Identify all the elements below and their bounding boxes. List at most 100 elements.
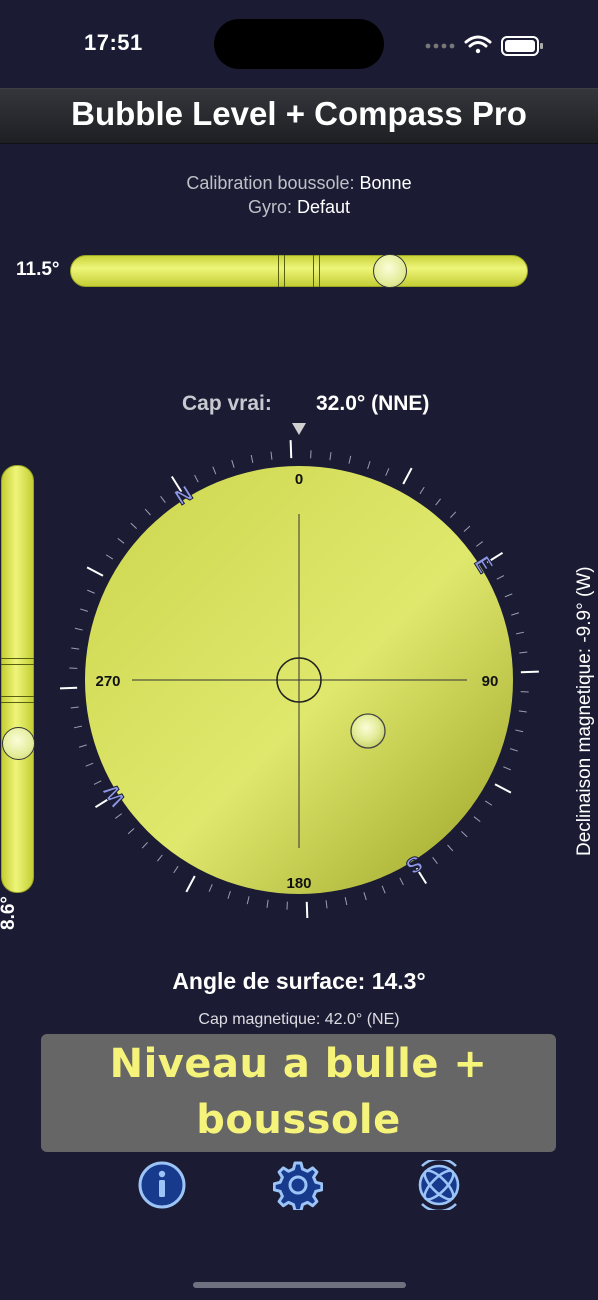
compass-tick [402,467,413,485]
vertical-level-mark [1,658,34,659]
compass-tick [435,498,441,506]
horizontal-level-tube [70,255,528,287]
compass-tick [130,522,137,529]
compass-tick [144,508,151,516]
compass-tick [85,762,94,767]
compass-tick [518,710,527,713]
gear-icon[interactable] [273,1160,323,1210]
compass-tick [348,455,352,464]
heading-pointer [292,423,306,435]
surface-angle: Angle de surface: 14.3° [172,968,426,994]
vertical-level-mark [1,702,34,703]
compass-tick [515,729,524,733]
compass-tick [504,593,513,598]
compass-tick [127,828,135,835]
compass-tick [516,631,525,635]
compass-tick [509,748,518,752]
compass-tick [250,454,254,463]
compass-tick [194,474,199,483]
vertical-tilt-value: 8.6° [0,895,19,930]
dynamic-island [214,19,384,69]
compass-tick [208,884,213,892]
banner-line-2: boussole [196,1097,401,1143]
compass-tick [329,452,332,461]
vertical-level-mark [1,696,34,697]
compass-tick [399,877,404,886]
compass-tick [363,892,367,901]
compass-tick [70,706,79,709]
compass-tick [71,647,80,650]
calibrate-sphere-icon[interactable] [414,1160,464,1210]
compass-tick [325,900,328,909]
horizontal-tilt-value: 11.5° [16,259,60,280]
compass-calibration-value: Bonne [359,173,412,193]
compass-dial: 0 90 180 270 N E S W [60,423,539,918]
compass-tick [496,575,505,580]
status-time: 17:51 [84,30,143,55]
home-indicator [193,1282,406,1288]
compass-tick [450,511,457,518]
gyro-status: Gyro: Defaut [0,197,598,218]
compass-tick [270,451,273,460]
compass-tick [60,686,78,690]
compass-tick [419,486,425,495]
magnetic-declination: Declinaison magnetique: -9.9° (W) [574,566,595,856]
compass-tick [246,896,250,905]
compass-tick [463,525,471,532]
compass-tick [432,856,438,864]
status-icons [425,35,543,56]
compass-tick [227,890,231,899]
compass-tick [73,725,82,729]
vertical-level-bubble [2,727,35,760]
compass-tick [78,744,87,748]
compass-tick [173,865,179,874]
compass-tick [494,783,512,794]
compass-tick [93,780,102,785]
horizontal-level-mark [313,255,314,287]
info-icon[interactable] [137,1160,187,1210]
compass-tick [520,670,539,674]
compass-tick [185,875,196,893]
cellular-icon [425,43,455,49]
compass-tick [87,589,95,594]
horizontal-level-bubble [373,254,407,288]
compass-tick [475,541,483,547]
compass-tick [80,608,89,612]
battery-icon [501,36,543,56]
compass-tick [511,612,520,616]
wifi-icon [464,35,492,54]
compass-tick [266,899,269,908]
dial-label-90: 90 [482,673,499,690]
compass-calibration-label: Calibration boussole: [186,173,355,193]
compass-tick [305,901,309,918]
banner-text: Niveau a bulle + boussole [41,1036,556,1148]
compass-tick [344,897,348,906]
dial-label-270: 270 [95,673,120,690]
horizontal-level-mark [319,255,320,287]
dial-label-0: 0 [295,471,303,488]
compass-tick [484,800,493,806]
compass-tick [86,566,104,577]
compass-tick [105,554,114,560]
surface-level-bubble [350,713,386,749]
compass-tick [157,854,163,862]
page-title: Bubble Level + Compass Pro [71,95,527,132]
compass-tick [473,816,481,822]
true-heading-value: 32.0° (NNE) [316,392,430,415]
compass-tick [367,461,371,470]
banner-line-1: Niveau a bulle + [109,1041,488,1087]
compass-tick [461,831,468,838]
compass-tick [160,496,166,504]
compass-tick [212,466,217,475]
horizontal-level-mark [284,255,285,287]
compass-tick [141,842,148,849]
compass-tick [503,766,511,771]
compass-tick [385,468,390,476]
vertical-level-mark [1,664,34,665]
vertical-level-tube [1,465,34,893]
compass-tick [289,440,293,459]
compass-tick [74,627,83,631]
compass-tick [447,844,454,852]
horizontal-level-mark [278,255,279,287]
compass-tick [519,651,528,654]
